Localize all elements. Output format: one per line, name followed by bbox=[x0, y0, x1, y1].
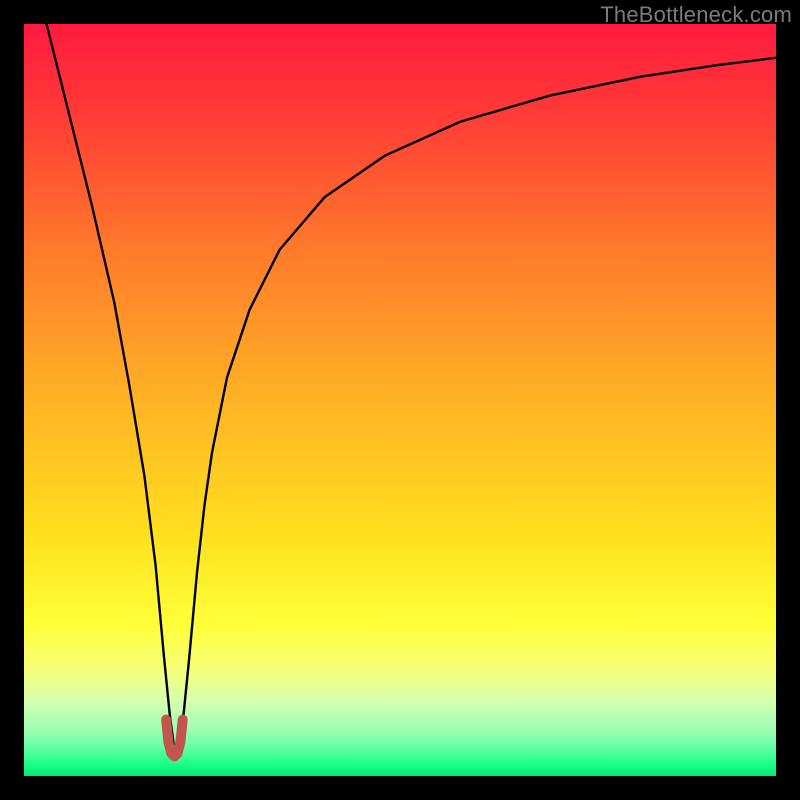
chart-frame: TheBottleneck.com bbox=[0, 0, 800, 800]
plot-area bbox=[24, 24, 776, 776]
bottleneck-chart bbox=[24, 24, 776, 776]
gradient-background bbox=[24, 24, 776, 776]
